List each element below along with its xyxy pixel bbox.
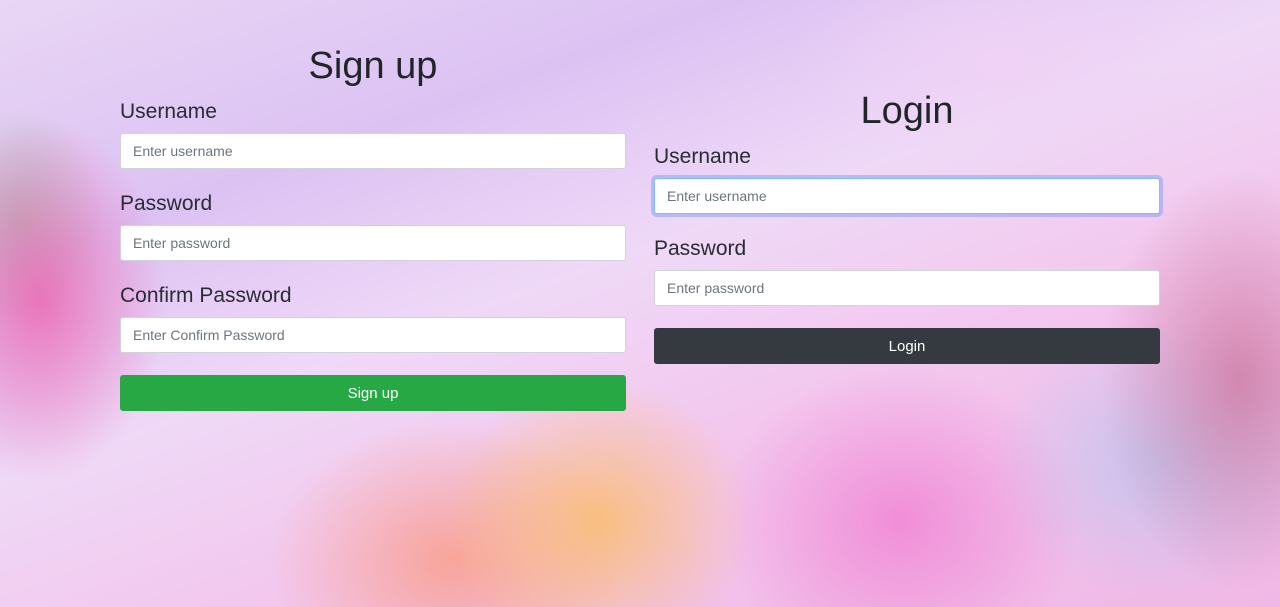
login-password-label: Password xyxy=(654,237,747,260)
login-title: Login xyxy=(860,90,954,132)
signup-password-input[interactable] xyxy=(120,225,626,261)
signup-username-label: Username xyxy=(120,100,217,123)
login-form: Login Username Password Login xyxy=(654,83,1160,364)
signup-password-label: Password xyxy=(120,192,213,215)
signup-confirm-password-input[interactable] xyxy=(120,317,626,353)
login-username-label: Username xyxy=(654,145,751,168)
signup-form: Sign up Username Password Confirm Passwo… xyxy=(120,38,626,411)
signup-confirm-password-label: Confirm Password xyxy=(120,284,292,307)
login-password-input[interactable] xyxy=(654,270,1160,306)
signup-button[interactable]: Sign up xyxy=(120,375,626,411)
signup-username-input[interactable] xyxy=(120,133,626,169)
signup-title: Sign up xyxy=(308,45,438,87)
login-button[interactable]: Login xyxy=(654,328,1160,364)
login-username-input[interactable] xyxy=(654,178,1160,214)
